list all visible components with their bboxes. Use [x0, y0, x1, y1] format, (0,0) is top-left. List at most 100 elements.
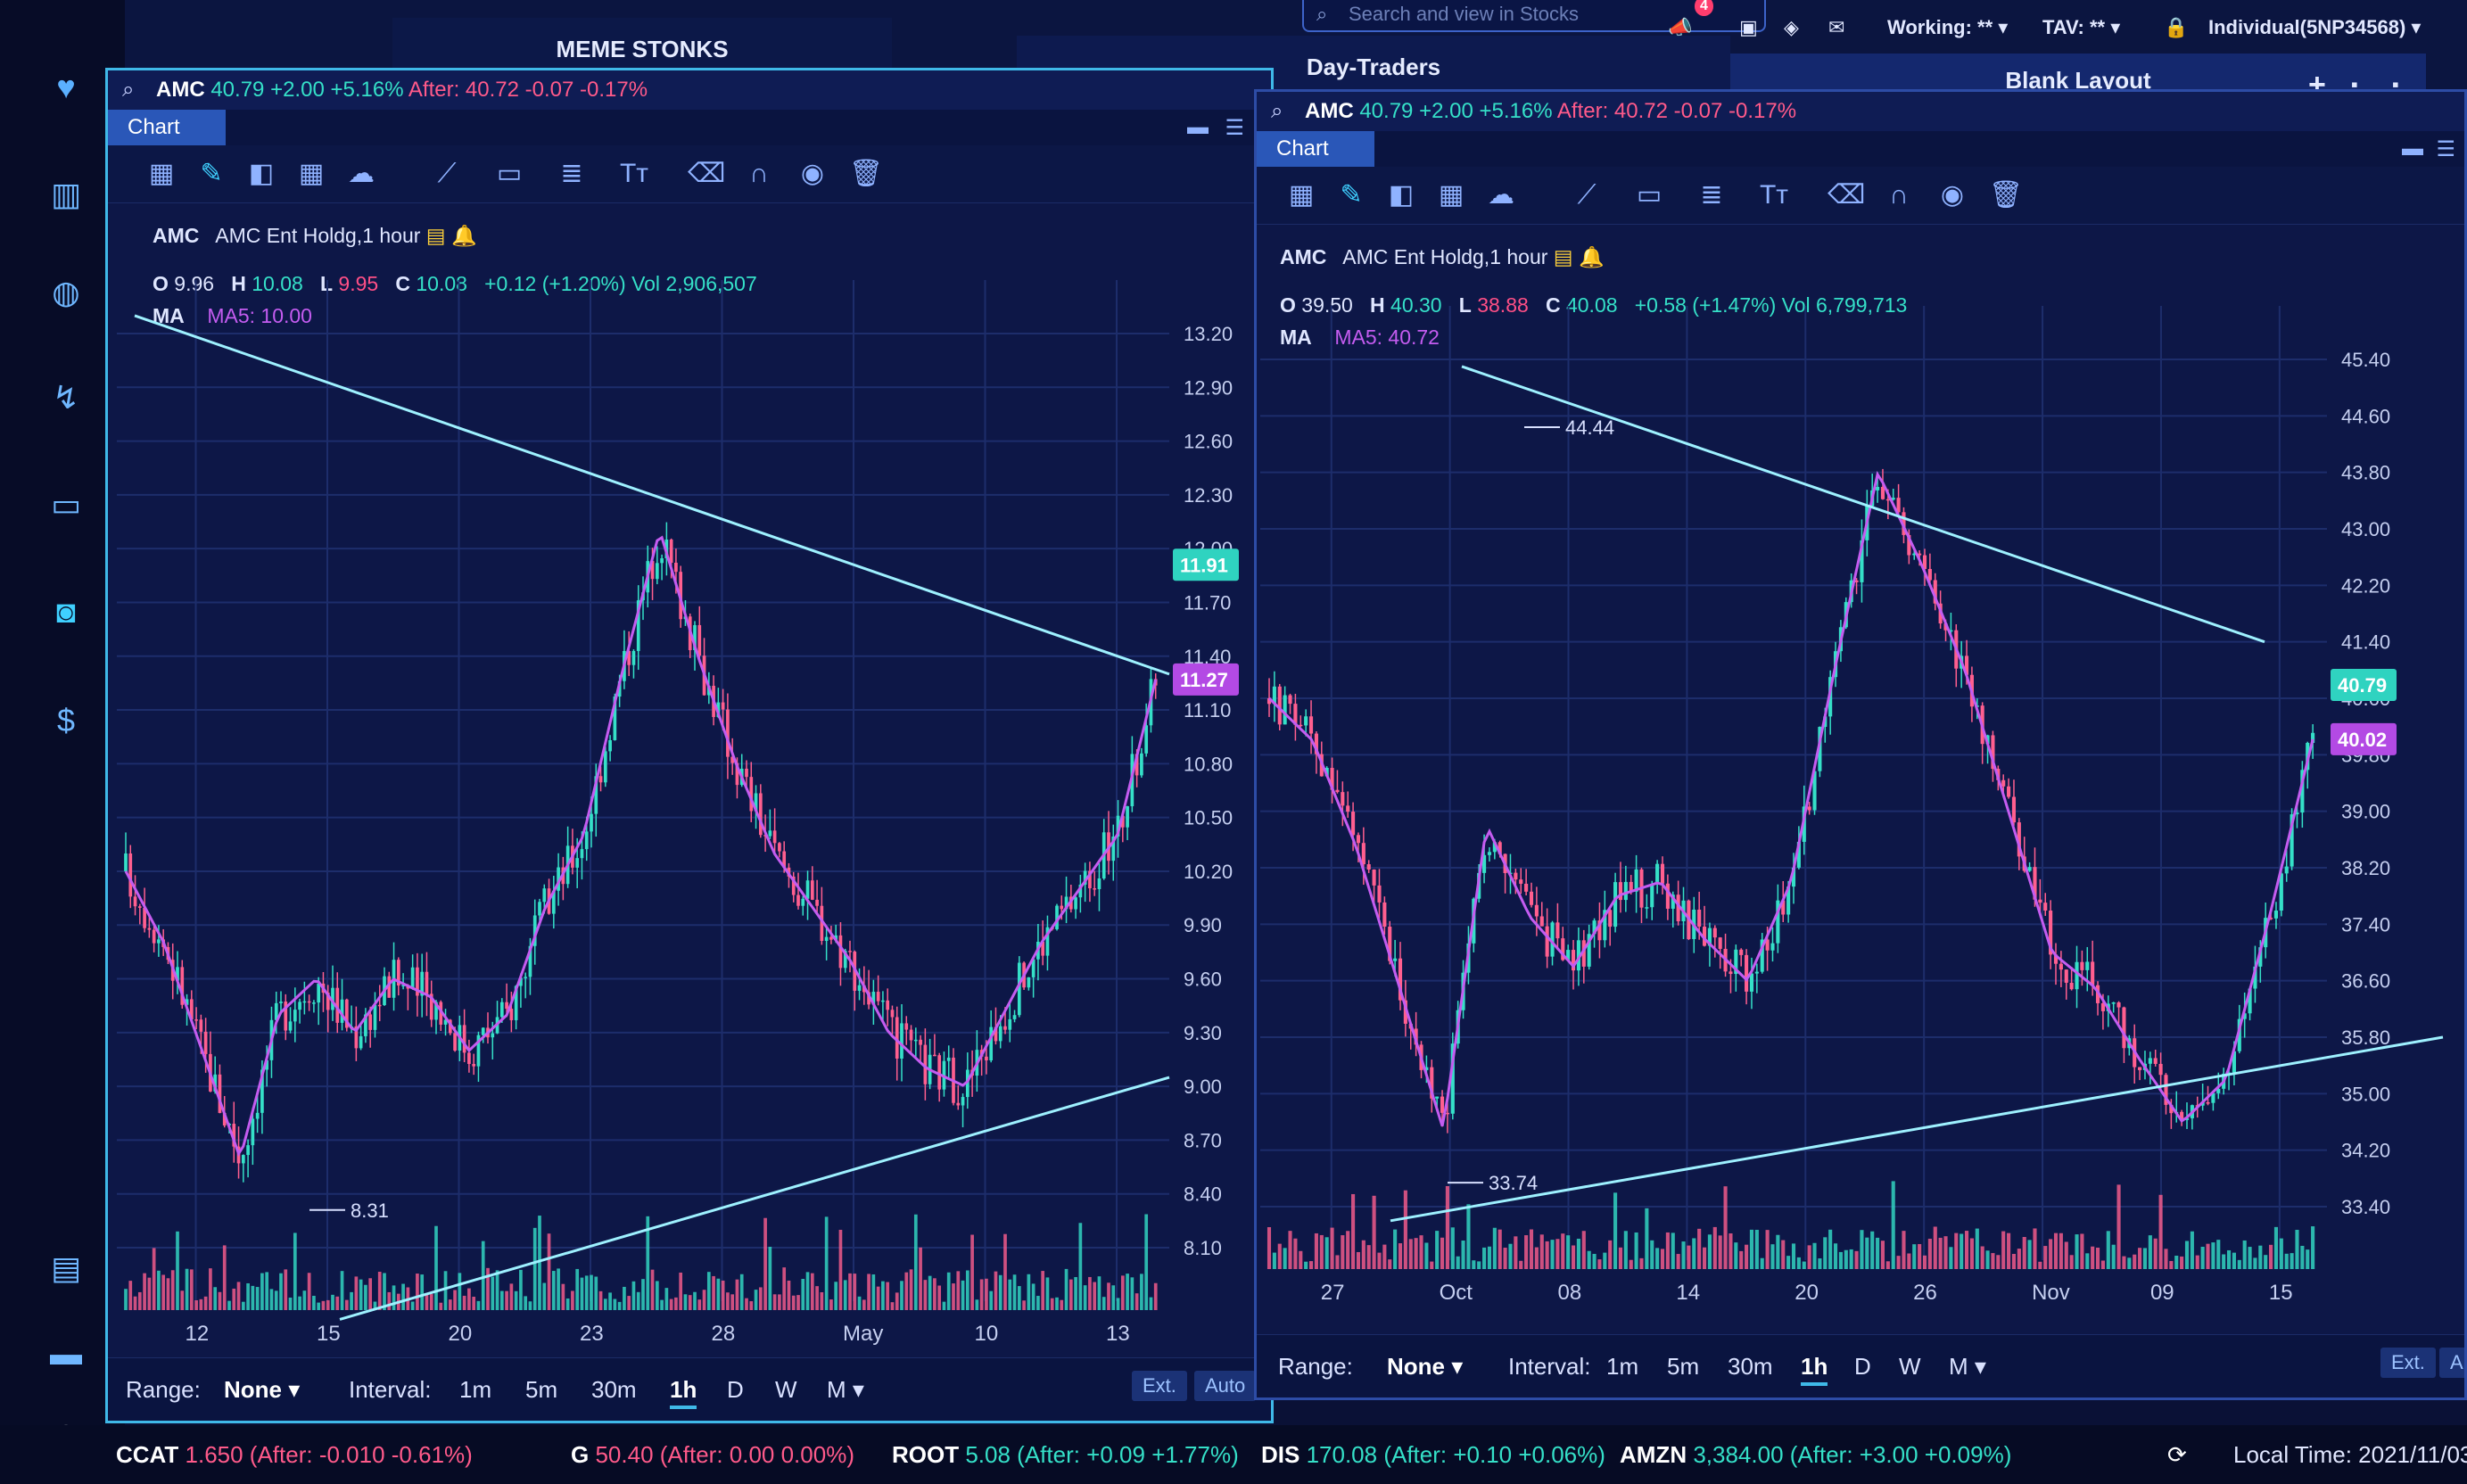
- box-icon[interactable]: ◈: [1784, 5, 1799, 50]
- compare-icon[interactable]: ◧: [1383, 177, 1419, 213]
- list-icon[interactable]: ☰: [2436, 136, 2455, 162]
- ext-button[interactable]: Ext.: [2380, 1348, 2436, 1378]
- x-tick-label: 28: [712, 1322, 736, 1346]
- cloud-icon[interactable]: ☁: [343, 156, 379, 192]
- y-tick-label: 10.50: [1184, 807, 1233, 829]
- interval-w[interactable]: W: [1899, 1353, 1921, 1381]
- volume-bar: [331, 1295, 334, 1310]
- range-selector[interactable]: None ▾: [1387, 1353, 1463, 1381]
- mail-icon[interactable]: ✉: [1828, 5, 1844, 50]
- card-icon[interactable]: ▭: [46, 485, 86, 524]
- interval-d[interactable]: D: [1854, 1353, 1871, 1381]
- rectangle-tool-icon[interactable]: ▭: [1631, 177, 1667, 213]
- x-tick-label: Oct: [1440, 1281, 1473, 1305]
- volume-bar: [1624, 1231, 1628, 1269]
- interval-1h[interactable]: 1h: [670, 1376, 697, 1409]
- ext-button[interactable]: Ext.: [1132, 1371, 1187, 1401]
- notification-bell-icon[interactable]: 📣: [1668, 5, 1692, 50]
- interval-5m[interactable]: 5m: [525, 1376, 557, 1404]
- eye-icon[interactable]: ◉: [1935, 177, 1970, 213]
- grid-layout-icon[interactable]: ▦: [1433, 177, 1469, 213]
- interval-m[interactable]: M ▾: [827, 1376, 864, 1404]
- fib-tool-icon[interactable]: ≣: [554, 156, 590, 192]
- chat-icon[interactable]: ▬: [46, 1334, 86, 1373]
- candle-body: [317, 984, 320, 1002]
- chart-type-icon[interactable]: ▦: [144, 156, 179, 192]
- ticker-item[interactable]: ROOT 5.08 (After: +0.09 +1.77%): [892, 1441, 1239, 1469]
- eraser-icon[interactable]: ⌫: [688, 156, 723, 192]
- calendar-icon[interactable]: ▣: [1739, 5, 1758, 50]
- interval-5m[interactable]: 5m: [1667, 1353, 1699, 1381]
- list-icon[interactable]: ☰: [1225, 115, 1244, 141]
- bucket-icon[interactable]: ◙: [46, 592, 86, 631]
- planet-icon[interactable]: ◍: [46, 273, 86, 312]
- text-tool-icon[interactable]: Tт: [616, 156, 652, 192]
- price-chart-right[interactable]: 45.4044.6043.8043.0042.2041.4040.6039.80…: [1257, 226, 2464, 1331]
- price-chart-left[interactable]: 13.2012.9012.6012.3012.0011.7011.4011.10…: [108, 204, 1271, 1346]
- range-label: Range:: [1278, 1353, 1353, 1381]
- trash-icon[interactable]: 🗑: [848, 156, 884, 192]
- ticker-item[interactable]: DIS 170.08 (After: +0.10 +0.06%): [1261, 1441, 1605, 1469]
- volume-bar: [994, 1272, 998, 1310]
- text-tool-icon[interactable]: Tт: [1756, 177, 1792, 213]
- trendline-tool-icon[interactable]: ⟋: [1569, 177, 1605, 213]
- minimize-icon[interactable]: ▬: [2402, 136, 2423, 161]
- interval-1m[interactable]: 1m: [459, 1376, 491, 1404]
- interval-w[interactable]: W: [775, 1376, 797, 1404]
- tav-selector[interactable]: TAV: ** ▾: [2042, 5, 2120, 50]
- auto-button[interactable]: Auto: [1194, 1371, 1256, 1401]
- account-selector[interactable]: Individual(5NP34568) ▾: [2208, 5, 2421, 50]
- volume-bar: [2300, 1246, 2304, 1269]
- volume-bar: [1608, 1241, 1612, 1269]
- trash-icon[interactable]: 🗑: [1988, 177, 2024, 213]
- interval-1m[interactable]: 1m: [1606, 1353, 1638, 1381]
- trend-icon[interactable]: ↯: [46, 378, 86, 417]
- search-icon[interactable]: ⌕: [122, 70, 134, 110]
- tab-chart[interactable]: Chart: [108, 110, 226, 145]
- volume-bar: [1976, 1229, 1979, 1269]
- eye-icon[interactable]: ◉: [795, 156, 830, 192]
- ticker-item[interactable]: CCAT 1.650 (After: -0.010 -0.61%): [116, 1441, 473, 1469]
- candle-body: [2085, 961, 2089, 969]
- bar-chart-icon[interactable]: ▥: [46, 175, 86, 214]
- dollar-icon[interactable]: $: [46, 701, 86, 740]
- heart-icon[interactable]: ♥: [46, 68, 86, 107]
- candle-body: [1140, 754, 1143, 776]
- refresh-icon[interactable]: ⟳: [2167, 1441, 2187, 1469]
- volume-bar: [223, 1245, 227, 1310]
- pencil-icon[interactable]: ✎: [1333, 177, 1369, 213]
- working-orders[interactable]: Working: ** ▾: [1887, 5, 2008, 50]
- interval-30m[interactable]: 30m: [1728, 1353, 1773, 1381]
- volume-bar: [1776, 1235, 1779, 1269]
- pencil-icon[interactable]: ✎: [194, 156, 229, 192]
- cloud-icon[interactable]: ☁: [1483, 177, 1519, 213]
- volume-bar: [519, 1270, 523, 1310]
- folder-icon[interactable]: ▤: [46, 1249, 86, 1288]
- interval-m[interactable]: M ▾: [1949, 1353, 1986, 1381]
- chart-type-icon[interactable]: ▦: [1283, 177, 1319, 213]
- volume-bar: [726, 1292, 730, 1310]
- search-icon[interactable]: ⌕: [1271, 92, 1283, 131]
- volume-bar: [1960, 1233, 1963, 1269]
- minimize-icon[interactable]: ▬: [1187, 115, 1209, 140]
- compare-icon[interactable]: ◧: [243, 156, 279, 192]
- volume-bar: [219, 1292, 222, 1310]
- magnet-icon[interactable]: ∩: [741, 156, 777, 192]
- eraser-icon[interactable]: ⌫: [1828, 177, 1863, 213]
- fib-tool-icon[interactable]: ≣: [1694, 177, 1729, 213]
- interval-30m[interactable]: 30m: [591, 1376, 637, 1404]
- interval-d[interactable]: D: [727, 1376, 744, 1404]
- grid-layout-icon[interactable]: ▦: [293, 156, 329, 192]
- ticker-item[interactable]: G 50.40 (After: 0.00 0.00%): [571, 1441, 854, 1469]
- quote-change-pct: +5.16%: [1479, 99, 1552, 123]
- tab-chart[interactable]: Chart: [1257, 131, 1374, 167]
- magnet-icon[interactable]: ∩: [1881, 177, 1917, 213]
- ticker-item[interactable]: AMZN 3,384.00 (After: +3.00 +0.09%): [1620, 1441, 2011, 1469]
- volume-bar: [707, 1272, 711, 1310]
- rectangle-tool-icon[interactable]: ▭: [491, 156, 527, 192]
- lock-icon[interactable]: 🔒: [2164, 5, 2188, 50]
- trendline-tool-icon[interactable]: ⟋: [429, 156, 465, 192]
- interval-1h[interactable]: 1h: [1801, 1353, 1828, 1386]
- range-selector[interactable]: None ▾: [224, 1376, 300, 1404]
- auto-button[interactable]: Aut: [2439, 1348, 2467, 1378]
